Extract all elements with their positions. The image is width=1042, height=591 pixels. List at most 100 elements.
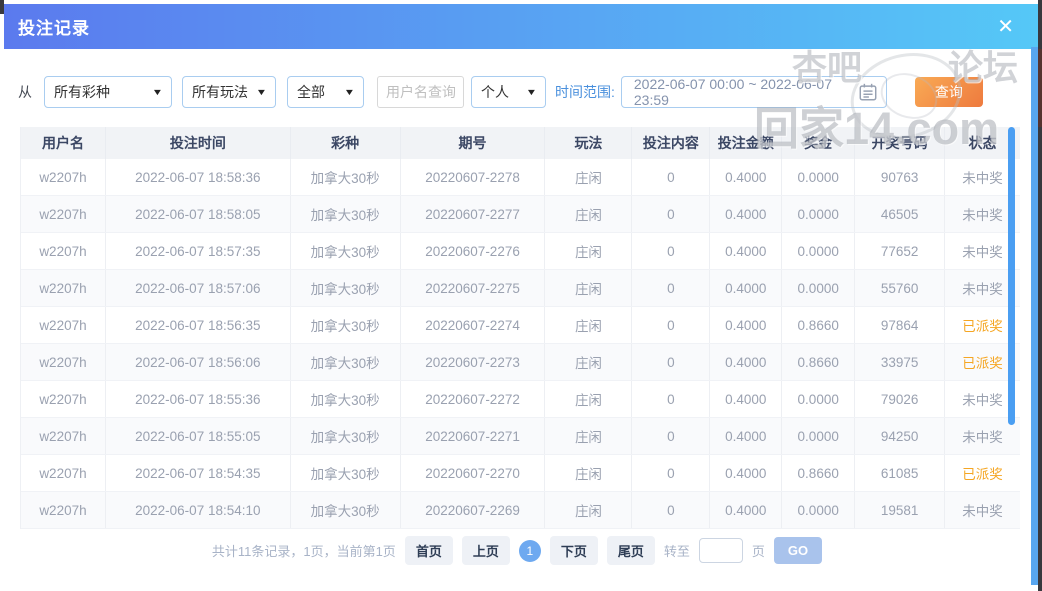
status-badge: 未中奖: [945, 492, 1020, 528]
current-page-indicator[interactable]: 1: [519, 540, 541, 562]
cell-issue: 20220607-2276: [401, 233, 546, 269]
cell-username: w2207h: [21, 455, 106, 491]
chevron-down-icon: ▼: [256, 87, 268, 97]
page-unit-label: 页: [752, 541, 765, 560]
cell-lottery: 加拿大30秒: [291, 307, 401, 343]
cell-amount: 0.4000: [710, 381, 782, 417]
cell-bonus: 0.0000: [782, 270, 855, 306]
person-select[interactable]: 个人 ▼: [471, 76, 546, 108]
cell-bet-time: 2022-06-07 18:58:36: [106, 159, 291, 195]
cell-bet-time: 2022-06-07 18:56:35: [106, 307, 291, 343]
cell-amount: 0.4000: [710, 233, 782, 269]
cell-lottery: 加拿大30秒: [291, 492, 401, 528]
cell-content: 0: [632, 344, 710, 380]
cell-bonus: 0.8660: [782, 344, 855, 380]
column-header-content: 投注内容: [632, 127, 710, 159]
cell-draw-code: 97864: [855, 307, 945, 343]
modal-header: 投注记录 ✕: [4, 4, 1038, 49]
cell-draw-code: 94250: [855, 418, 945, 454]
cell-play: 庄闲: [545, 233, 632, 269]
cell-content: 0: [632, 233, 710, 269]
last-page-button[interactable]: 尾页: [607, 536, 655, 565]
cell-lottery: 加拿大30秒: [291, 233, 401, 269]
cell-bet-time: 2022-06-07 18:55:05: [106, 418, 291, 454]
cell-amount: 0.4000: [710, 344, 782, 380]
window-edge-artifact: [0, 0, 4, 14]
search-button[interactable]: 查询: [915, 77, 983, 107]
cell-issue: 20220607-2269: [401, 492, 546, 528]
table-row: w2207h 2022-06-07 18:54:10 加拿大30秒 202206…: [21, 492, 1020, 529]
time-range-input[interactable]: 2022-06-07 00:00 ~ 2022-06-07 23:59: [621, 76, 887, 108]
table-body: w2207h 2022-06-07 18:58:36 加拿大30秒 202206…: [21, 159, 1020, 529]
cell-bonus: 0.0000: [782, 492, 855, 528]
column-header-lottery: 彩种: [291, 127, 401, 159]
goto-page-input[interactable]: [699, 538, 743, 563]
chevron-down-icon: ▼: [344, 87, 356, 97]
close-icon[interactable]: ✕: [997, 17, 1014, 37]
cell-lottery: 加拿大30秒: [291, 418, 401, 454]
cell-issue: 20220607-2278: [401, 159, 546, 195]
first-page-button[interactable]: 首页: [405, 536, 453, 565]
table-scrollbar-thumb[interactable]: [1008, 127, 1015, 425]
cell-content: 0: [632, 381, 710, 417]
cell-issue: 20220607-2270: [401, 455, 546, 491]
time-range-value: 2022-06-07 00:00 ~ 2022-06-07 23:59: [630, 76, 858, 108]
cell-bet-time: 2022-06-07 18:56:06: [106, 344, 291, 380]
cell-bonus: 0.0000: [782, 418, 855, 454]
cell-draw-code: 33975: [855, 344, 945, 380]
status-badge: 已派奖: [945, 455, 1020, 491]
table-row: w2207h 2022-06-07 18:57:06 加拿大30秒 202206…: [21, 270, 1020, 307]
cell-draw-code: 79026: [855, 381, 945, 417]
username-search-input[interactable]: [377, 76, 464, 108]
cell-username: w2207h: [21, 270, 106, 306]
chevron-down-icon: ▼: [526, 87, 538, 97]
scope-select[interactable]: 全部 ▼: [287, 76, 364, 108]
cell-draw-code: 90763: [855, 159, 945, 195]
cell-amount: 0.4000: [710, 196, 782, 232]
cell-content: 0: [632, 418, 710, 454]
filter-bar: 从 所有彩种 ▼ 所有玩法 ▼ 全部 ▼ 个人 ▼ 时间范围: 2022-06-…: [18, 76, 983, 108]
lottery-type-value: 所有彩种: [54, 82, 110, 102]
cell-play: 庄闲: [545, 381, 632, 417]
person-value: 个人: [481, 82, 509, 102]
column-header-amount: 投注金额: [710, 127, 782, 159]
table-row: w2207h 2022-06-07 18:56:06 加拿大30秒 202206…: [21, 344, 1020, 381]
window-edge-artifact-red: [1038, 49, 1042, 127]
bet-records-table: 用户名 投注时间 彩种 期号 玩法 投注内容 投注金额 奖金 开奖号码 状态 w…: [20, 127, 1020, 529]
cell-draw-code: 55760: [855, 270, 945, 306]
modal-title: 投注记录: [4, 14, 90, 39]
cell-draw-code: 46505: [855, 196, 945, 232]
cell-bet-time: 2022-06-07 18:57:35: [106, 233, 291, 269]
cell-lottery: 加拿大30秒: [291, 196, 401, 232]
table-row: w2207h 2022-06-07 18:56:35 加拿大30秒 202206…: [21, 307, 1020, 344]
cell-bonus: 0.0000: [782, 233, 855, 269]
cell-lottery: 加拿大30秒: [291, 381, 401, 417]
cell-username: w2207h: [21, 159, 106, 195]
play-method-select[interactable]: 所有玩法 ▼: [182, 76, 276, 108]
next-page-button[interactable]: 下页: [550, 536, 598, 565]
cell-bet-time: 2022-06-07 18:54:10: [106, 492, 291, 528]
goto-label: 转至: [664, 541, 690, 560]
pagination-bar: 共计11条记录，1页，当前第1页 首页 上页 1 下页 尾页 转至 页 GO: [0, 536, 1034, 565]
cell-amount: 0.4000: [710, 455, 782, 491]
cell-lottery: 加拿大30秒: [291, 159, 401, 195]
cell-bonus: 0.0000: [782, 381, 855, 417]
prev-page-button[interactable]: 上页: [462, 536, 510, 565]
cell-bet-time: 2022-06-07 18:54:35: [106, 455, 291, 491]
cell-issue: 20220607-2277: [401, 196, 546, 232]
table-row: w2207h 2022-06-07 18:57:35 加拿大30秒 202206…: [21, 233, 1020, 270]
cell-amount: 0.4000: [710, 307, 782, 343]
table-row: w2207h 2022-06-07 18:55:05 加拿大30秒 202206…: [21, 418, 1020, 455]
cell-content: 0: [632, 455, 710, 491]
go-button[interactable]: GO: [774, 537, 822, 564]
column-header-play: 玩法: [545, 127, 632, 159]
chevron-down-icon: ▼: [152, 87, 164, 97]
cell-bonus: 0.8660: [782, 307, 855, 343]
table-row: w2207h 2022-06-07 18:55:36 加拿大30秒 202206…: [21, 381, 1020, 418]
cell-username: w2207h: [21, 344, 106, 380]
lottery-type-select[interactable]: 所有彩种 ▼: [44, 76, 172, 108]
cell-play: 庄闲: [545, 196, 632, 232]
time-range-label: 时间范围:: [555, 82, 615, 102]
calendar-icon: [858, 82, 878, 102]
page-scrollbar[interactable]: [1031, 47, 1038, 585]
